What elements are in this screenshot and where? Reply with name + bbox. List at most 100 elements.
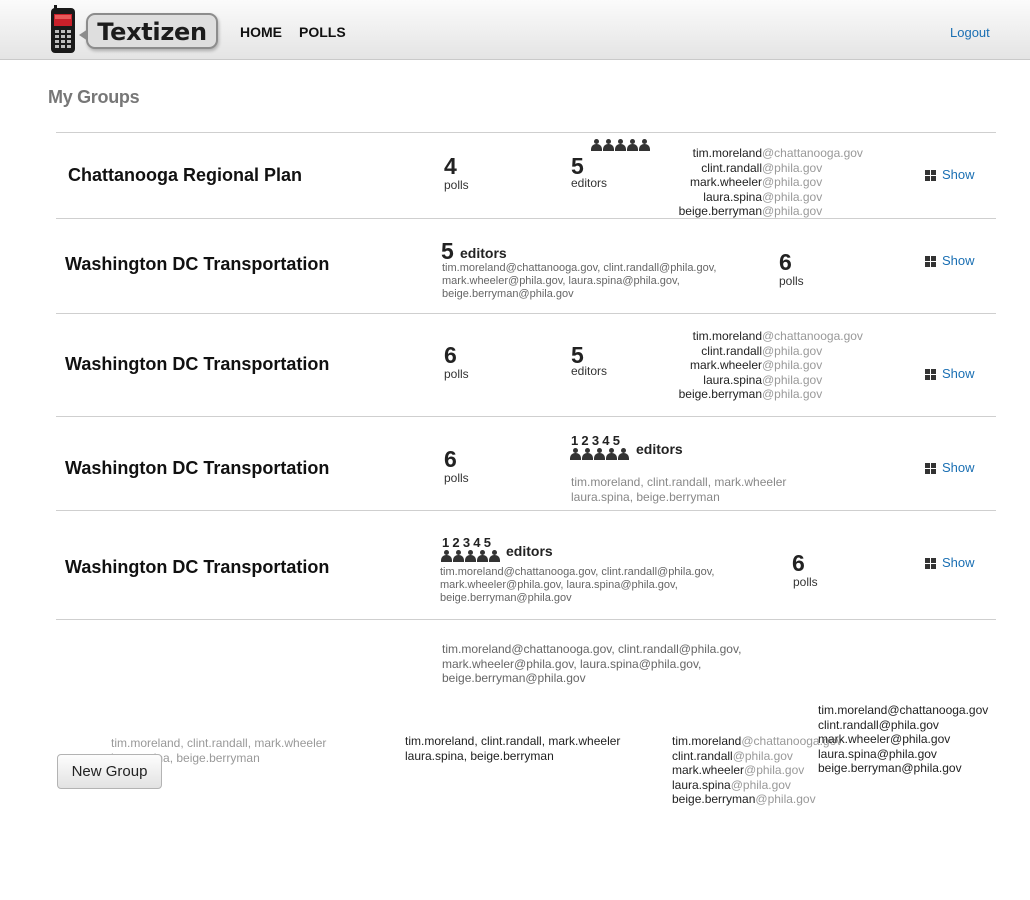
person-icon (618, 448, 629, 461)
textizen-logo[interactable]: Textizen (48, 4, 220, 54)
editor-email-line: mark.wheeler@phila.gov, laura.spina@phil… (442, 275, 680, 287)
editor-domain: @phila.gov (762, 343, 823, 358)
editor-user: tim.moreland (692, 146, 762, 160)
poll-count: 6 (792, 550, 805, 576)
new-group-button[interactable]: New Group (57, 754, 162, 789)
editor-user: tim.moreland (692, 329, 762, 343)
group-name: Washington DC Transportation (65, 557, 330, 577)
editor-domain: @chattanooga.gov (762, 146, 863, 160)
editor-icons (441, 550, 500, 563)
group-name: Washington DC Transportation (65, 354, 330, 374)
editor-email-list: tim.moreland@chattanooga.gov, clint.rand… (440, 566, 714, 605)
polls-label: polls (444, 471, 469, 485)
editor-name-line: tim.moreland, clint.randall, mark.wheele… (571, 475, 787, 489)
editor-user: laura.spina (703, 189, 762, 204)
editor-email: tim.moreland@chattanooga.gov (660, 146, 863, 161)
polls-label: polls (793, 575, 818, 589)
editor-user: clint.randall (672, 748, 733, 763)
editor-user: tim.moreland (672, 734, 742, 748)
grid-icon (925, 170, 936, 181)
group-divider (56, 132, 996, 133)
editor-name-line: tim.moreland, clint.randall, mark.wheele… (405, 734, 621, 748)
editor-email-line: mark.wheeler@phila.gov, laura.spina@phil… (442, 656, 702, 671)
person-icon (453, 550, 464, 563)
editor-email: tim.moreland@chattanooga.gov (672, 734, 842, 749)
person-icon (627, 139, 638, 152)
show-group-link[interactable]: Show (942, 460, 975, 475)
grid-icon (925, 463, 936, 474)
editor-email-line: tim.moreland@chattanooga.gov, clint.rand… (442, 262, 717, 274)
editor-email: clint.randall@phila.gov (672, 749, 842, 764)
editor-domain: @phila.gov (732, 748, 793, 763)
editor-domain: @phila.gov (755, 792, 816, 806)
group-name: Washington DC Transportation (65, 458, 330, 478)
group-name: Washington DC Transportation (65, 254, 330, 274)
grid-icon (925, 256, 936, 267)
editors-label: editors (571, 364, 608, 378)
editor-icons (570, 448, 629, 461)
group-divider (56, 510, 996, 511)
person-icon (489, 550, 500, 563)
editor-email-line: beige.berryman@phila.gov (442, 671, 586, 685)
group-divider (56, 619, 996, 620)
editor-domain: @phila.gov (762, 189, 823, 204)
editor-name-line: laura.spina, beige.berryman (405, 748, 554, 763)
person-icon (615, 139, 626, 152)
page-title: My Groups (48, 87, 140, 107)
editor-email: mark.wheeler@phila.gov (672, 763, 842, 778)
editor-count: 5 (571, 153, 584, 179)
grid-icon (925, 558, 936, 569)
top-navbar: Textizen HOME POLLS Logout (0, 0, 1030, 60)
editor-domain: @phila.gov (762, 160, 823, 175)
editor-user: mark.wheeler (689, 175, 762, 189)
editor-numbers: 12345 (571, 433, 624, 448)
editor-email-sample: tim.moreland@chattanooga.gov, clint.rand… (442, 642, 741, 686)
editor-user: beige.berryman (672, 792, 756, 806)
polls-label: polls (444, 367, 469, 381)
logout-link[interactable]: Logout (950, 25, 990, 40)
show-group-link[interactable]: Show (942, 366, 975, 381)
editor-email-line: tim.moreland@chattanooga.gov, clint.rand… (440, 566, 715, 578)
editors-label: editors (506, 543, 553, 559)
editor-email-line: mark.wheeler@phila.gov (818, 732, 951, 746)
show-group-link[interactable]: Show (942, 167, 975, 182)
editor-email-sample: tim.moreland@chattanooga.gov clint.randa… (672, 734, 842, 807)
editor-user: clint.randall (701, 343, 762, 358)
editor-email: beige.berryman@phila.gov (672, 792, 842, 807)
editor-domain: @phila.gov (762, 372, 823, 387)
editor-email-list: tim.moreland @chattanooga.gov clint.randa… (660, 146, 863, 219)
editor-domain: @chattanooga.gov (762, 329, 863, 343)
editor-email-line: clint.randall@phila.gov (818, 717, 939, 732)
nav-home-link[interactable]: HOME (240, 24, 282, 40)
editor-email: laura.spina@phila.gov (660, 190, 863, 205)
editor-user: mark.wheeler (689, 358, 762, 372)
editor-email: clint.randall@phila.gov (660, 161, 863, 176)
editors-label: editors (636, 441, 683, 457)
editor-user: laura.spina (703, 372, 762, 387)
editor-icons (591, 139, 650, 152)
editor-email: mark.wheeler@phila.gov (660, 358, 863, 373)
editor-email-line: laura.spina@phila.gov (818, 746, 937, 761)
poll-count: 6 (444, 446, 457, 472)
editor-domain: @phila.gov (762, 358, 823, 372)
polls-label: polls (779, 274, 804, 288)
person-icon (603, 139, 614, 152)
editor-email: laura.spina@phila.gov (660, 373, 863, 388)
editor-domain: @phila.gov (744, 763, 805, 777)
grid-icon (925, 369, 936, 380)
show-group-link[interactable]: Show (942, 253, 975, 268)
editor-user: mark.wheeler (672, 763, 745, 777)
editor-domain: @phila.gov (762, 175, 823, 189)
show-group-link[interactable]: Show (942, 555, 975, 570)
editor-domain: @phila.gov (762, 204, 823, 218)
editor-user: beige.berryman (678, 204, 762, 218)
nav-polls-link[interactable]: POLLS (299, 24, 346, 40)
person-icon (441, 550, 452, 563)
editor-email-list: tim.moreland @chattanooga.gov clint.randa… (660, 329, 863, 402)
editor-email-line: tim.moreland@chattanooga.gov (818, 703, 989, 717)
person-icon (570, 448, 581, 461)
editor-name-line: tim.moreland, clint.randall, mark.wheele… (111, 736, 327, 750)
editor-name-list: tim.moreland, clint.randall, mark.wheele… (571, 475, 786, 504)
editor-numbers: 12345 (442, 535, 495, 550)
poll-count: 6 (779, 249, 792, 275)
